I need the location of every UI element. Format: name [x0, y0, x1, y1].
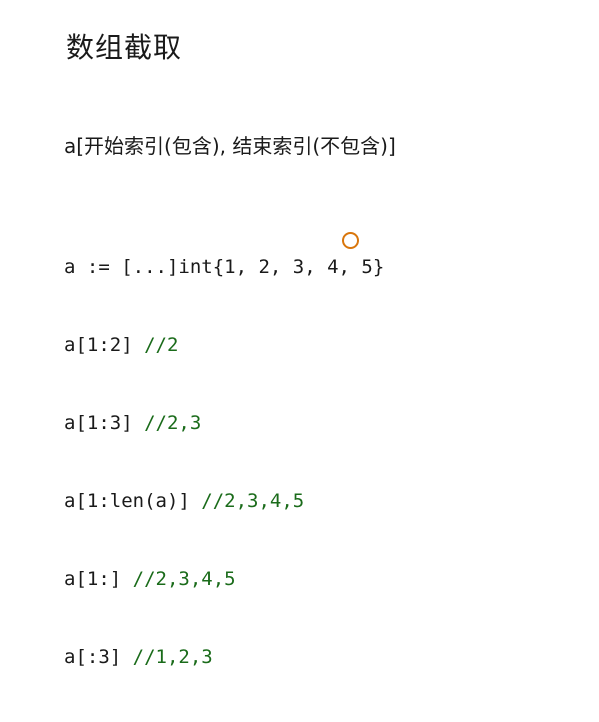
code-text: a := [...]int{1, 2, 3, 4, 5}	[64, 256, 385, 278]
code-line: a[1:2] //2	[64, 332, 384, 358]
code-text: a[1:len(a)]	[64, 490, 202, 512]
code-comment: //2,3,4,5	[132, 568, 236, 590]
slide-title: 数组截取	[66, 31, 183, 64]
code-comment: //2,3,4,5	[201, 490, 305, 512]
code-text: a[1:3]	[64, 412, 145, 434]
cursor-indicator-icon	[342, 232, 359, 249]
code-comment: //2,3	[144, 412, 202, 434]
code-line: a := [...]int{1, 2, 3, 4, 5}	[64, 254, 384, 280]
code-line: a[:3] //1,2,3	[64, 644, 384, 670]
code-comment: //1,2,3	[132, 646, 213, 668]
code-comment: //2	[144, 334, 179, 356]
code-line: a[1:3] //2,3	[64, 410, 384, 436]
slide: 数组截取 a[开始索引(包含), 结束索引(不包含)] a := [...]in…	[0, 0, 599, 668]
code-text: a[1:2]	[64, 334, 145, 356]
code-text: a[1:]	[64, 568, 133, 590]
slice-syntax: a[开始索引(包含), 结束索引(不包含)]	[64, 134, 396, 158]
code-line: a[1:len(a)] //2,3,4,5	[64, 488, 384, 514]
code-text: a[:3]	[64, 646, 133, 668]
code-block: a := [...]int{1, 2, 3, 4, 5} a[1:2] //2 …	[64, 202, 384, 722]
code-line: a[1:] //2,3,4,5	[64, 566, 384, 592]
